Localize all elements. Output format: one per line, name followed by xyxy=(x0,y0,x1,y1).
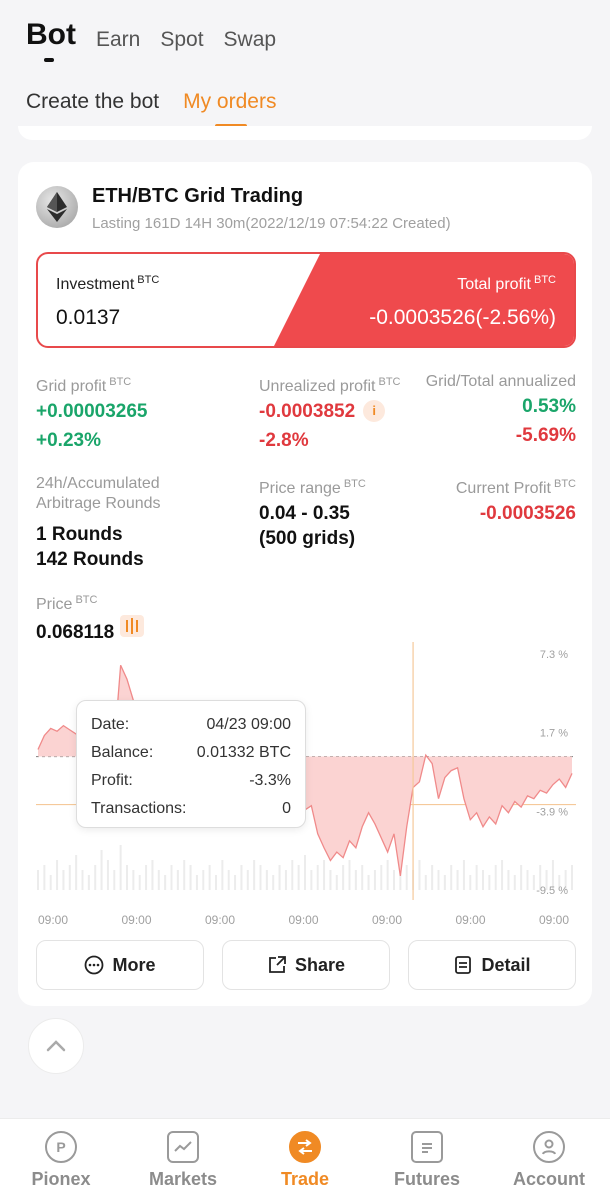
nav-markets[interactable]: Markets xyxy=(122,1119,244,1200)
total-profit-value: -0.0003526(-2.56%) xyxy=(369,306,556,329)
grid-profit-value: +0.00003265 xyxy=(36,401,148,422)
bot-title: ETH/BTC Grid Trading xyxy=(92,185,304,207)
grid-annualized-value: 0.53% xyxy=(522,396,576,417)
bot-duration: Lasting 161D 14H 30m(2022/12/19 07:54:22… xyxy=(92,215,451,232)
detail-button[interactable]: Detail xyxy=(408,940,576,990)
markets-icon xyxy=(167,1131,199,1163)
current-profit-stat: Current Profit BTC -0.0003526 xyxy=(456,474,576,528)
tooltip-profit-label: Profit: xyxy=(91,772,133,789)
tooltip-balance-label: Balance: xyxy=(91,744,154,761)
price-range-stat: Price range BTC 0.04 - 0.35 (500 grids) xyxy=(259,478,366,549)
previous-card-edge xyxy=(18,126,592,140)
share-button[interactable]: Share xyxy=(222,940,390,990)
total-profit-label: Total profit BTC xyxy=(457,274,556,293)
total-profit-panel xyxy=(274,254,574,346)
nav-trade[interactable]: Trade xyxy=(244,1119,366,1200)
x-tick-label: 09:00 xyxy=(38,913,68,927)
chart-tooltip: Date: 04/23 09:00 Balance: 0.01332 BTC Pro… xyxy=(76,700,306,828)
tooltip-date-value: 04/23 09:00 xyxy=(206,716,291,733)
share-icon xyxy=(269,956,286,973)
investment-label: Investment BTC xyxy=(56,274,160,293)
total-annualized-value: -5.69% xyxy=(515,425,576,446)
more-icon xyxy=(85,955,104,975)
futures-icon xyxy=(411,1131,443,1163)
info-icon[interactable]: i xyxy=(363,400,386,422)
x-tick-label: 09:00 xyxy=(205,913,235,927)
grid-profit-pct: +0.23% xyxy=(36,430,101,451)
sub-tab-bar: Create the bot My orders xyxy=(26,90,276,128)
nav-futures[interactable]: Futures xyxy=(366,1119,488,1200)
more-button[interactable]: More xyxy=(36,940,204,990)
tab-earn[interactable]: Earn xyxy=(96,28,140,52)
rounds-total: 142 Rounds xyxy=(36,549,144,570)
y-tick-label: 7.3 % xyxy=(540,649,568,661)
eth-icon xyxy=(36,186,78,228)
chevron-up-icon xyxy=(46,1040,66,1052)
price-range-value: 0.04 - 0.35 xyxy=(259,503,350,524)
unrealized-profit-stat: Unrealized profit BTC -0.0003852 i -2.8% xyxy=(259,372,401,455)
x-tick-label: 09:00 xyxy=(372,913,402,927)
scroll-to-top-button[interactable] xyxy=(28,1018,84,1074)
price-stat: Price BTC 0.068118 xyxy=(36,590,145,647)
bot-order-card[interactable]: ETH/BTC Grid Trading Lasting 161D 14H 30… xyxy=(18,162,592,1006)
candlestick-icon[interactable] xyxy=(120,615,145,637)
y-tick-label: 1.7 % xyxy=(540,728,568,740)
investment-value: 0.0137 xyxy=(56,306,121,329)
tab-bot[interactable]: Bot xyxy=(26,18,76,62)
x-tick-label: 09:00 xyxy=(122,913,152,927)
x-tick-label: 09:00 xyxy=(289,913,319,927)
tab-create-bot[interactable]: Create the bot xyxy=(26,90,159,114)
x-tick-label: 09:00 xyxy=(539,913,569,927)
document-icon xyxy=(455,956,472,974)
trade-icon xyxy=(289,1131,321,1163)
y-tick-label: -3.9 % xyxy=(536,806,568,818)
profit-chart[interactable]: 7.3 % 1.7 % -3.9 % -9.5 % 09:00 09:00 09:00 09:… xyxy=(36,642,576,932)
pionex-icon: P xyxy=(45,1131,77,1163)
y-tick-label: -9.5 % xyxy=(536,885,568,897)
bottom-nav: P Pionex Markets Trade Futures Account xyxy=(0,1118,610,1200)
top-tab-bar: Bot Earn Spot Swap xyxy=(26,18,277,62)
x-tick-label: 09:00 xyxy=(456,913,486,927)
tab-swap[interactable]: Swap xyxy=(224,28,277,52)
tab-my-orders[interactable]: My orders xyxy=(183,90,276,128)
grid-profit-stat: Grid profit BTC +0.00003265 +0.23% xyxy=(36,372,147,455)
tooltip-profit-value: -3.3% xyxy=(249,772,291,789)
tooltip-date-label: Date: xyxy=(91,716,130,733)
nav-pionex[interactable]: P Pionex xyxy=(0,1119,122,1200)
rounds-24h: 1 Rounds xyxy=(36,524,123,545)
account-icon xyxy=(533,1131,565,1163)
investment-summary: Investment BTC 0.0137 Total profit BTC -0.… xyxy=(36,252,576,348)
arbitrage-rounds-stat: 24h/Accumulated Arbitrage Rounds 1 Round… xyxy=(36,475,161,570)
price-range-grids: (500 grids) xyxy=(259,528,356,549)
price-value: 0.068118 xyxy=(36,622,115,643)
tab-spot[interactable]: Spot xyxy=(160,28,203,52)
tooltip-transactions-value: 0 xyxy=(282,800,291,817)
tooltip-balance-value: 0.01332 BTC xyxy=(196,744,291,761)
unrealized-profit-pct: -2.8% xyxy=(259,430,309,451)
annualized-stat: Grid/Total annualized 0.53% -5.69% xyxy=(426,372,576,450)
nav-account[interactable]: Account xyxy=(488,1119,610,1200)
current-profit-value: -0.0003526 xyxy=(479,503,576,524)
unrealized-profit-value: -0.0003852 xyxy=(259,401,356,422)
tooltip-transactions-label: Transactions: xyxy=(91,800,187,817)
